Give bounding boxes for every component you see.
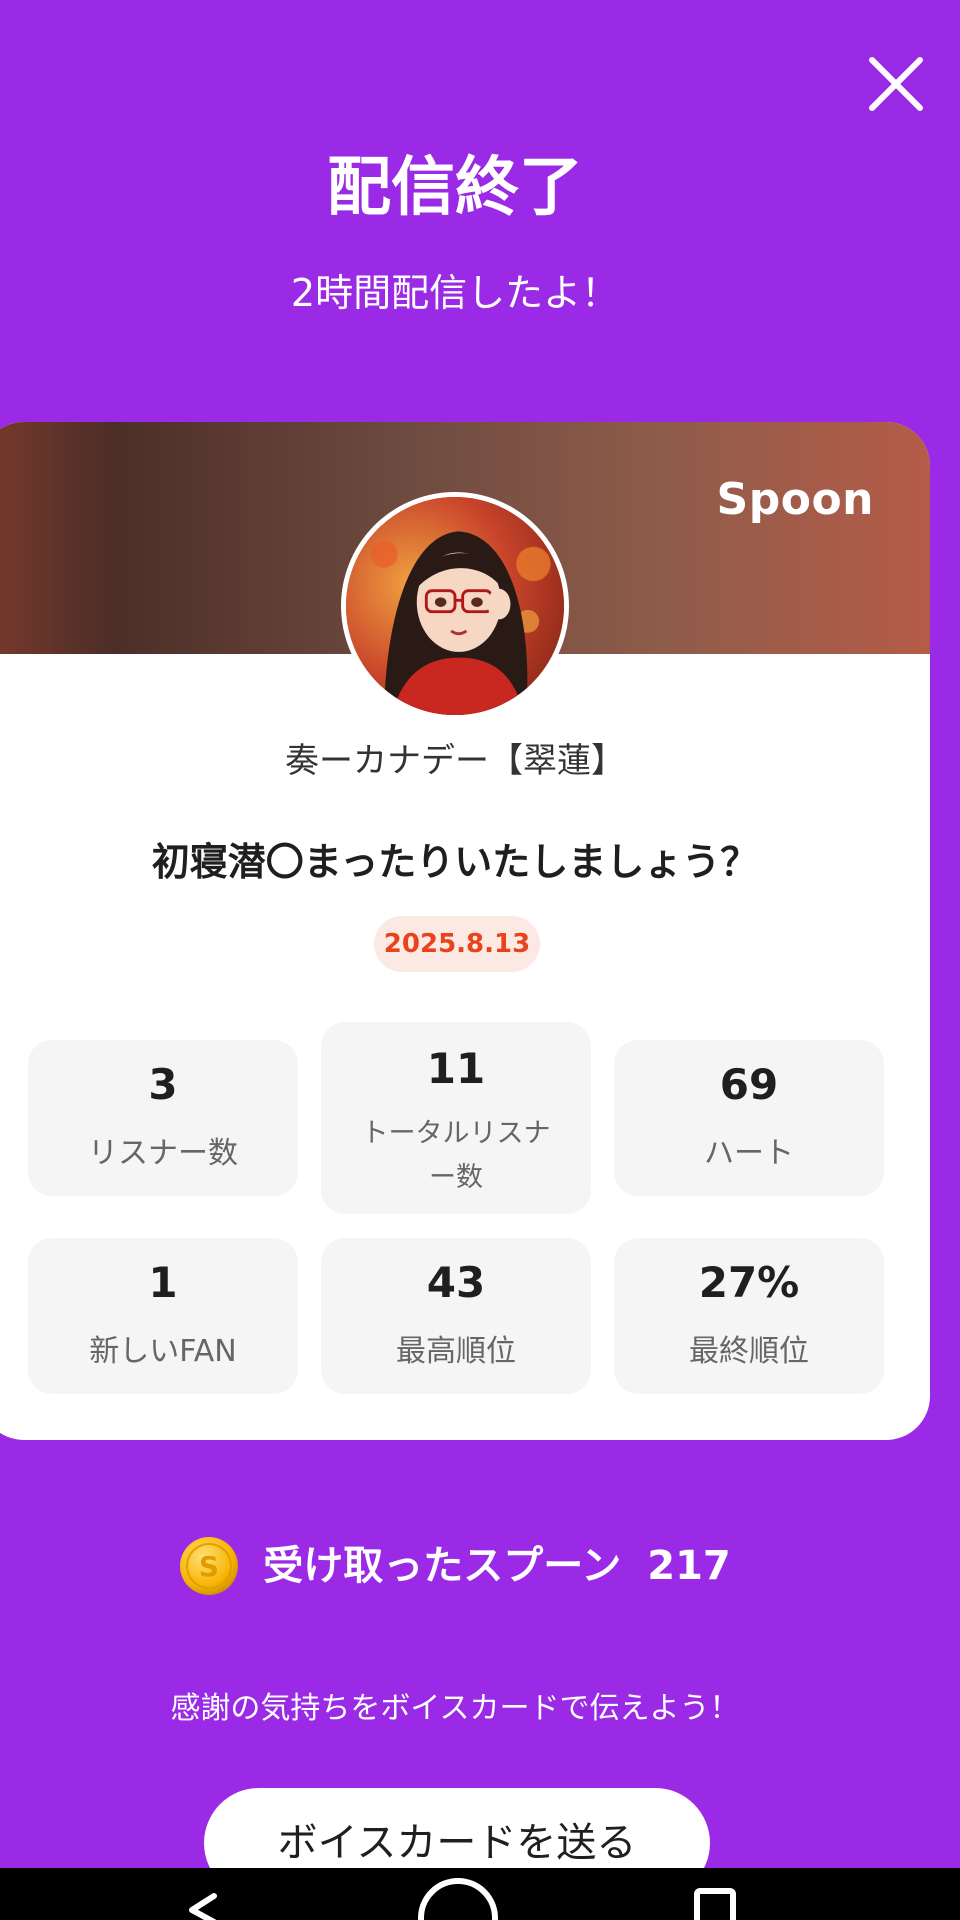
stat-value: 43 [426, 1258, 486, 1307]
avatar [341, 492, 569, 720]
streamer-name: 奏ーカナデー【翠蓮】 [285, 741, 625, 781]
stat-hearts: 69 ハート [614, 1040, 884, 1196]
received-spoons: S 受け取ったスプーン 217 [0, 1536, 910, 1596]
stat-final-rank: 27% 最終順位 [614, 1238, 884, 1394]
stat-value: 27% [698, 1258, 800, 1307]
stat-label: リスナー数 [88, 1136, 238, 1171]
stat-label: ハート [704, 1136, 794, 1171]
stat-label: 新しいFAN [89, 1334, 237, 1369]
stat-total-listeners: 11 トータルリスナー数 [321, 1022, 591, 1214]
spoon-coin-icon: S [179, 1536, 239, 1596]
stream-title: 初寝潜〇まったりいたしましょう？ [151, 840, 759, 884]
avatar-image [346, 497, 564, 715]
coin-letter: S [199, 1550, 219, 1583]
stat-value: 11 [426, 1044, 486, 1093]
spoons-count: 217 [647, 1543, 731, 1589]
date-badge: 2025.8.13 [374, 916, 540, 972]
stream-summary-card: Spoon 奏ーカナデー【翠蓮】 初寝潜〇まったりいたしましょう？ 2025.8… [0, 422, 930, 1440]
stat-label: 最終順位 [689, 1334, 809, 1369]
stat-value: 69 [719, 1060, 779, 1109]
system-nav-bar [0, 1868, 960, 1920]
stat-value: 1 [148, 1258, 178, 1307]
back-icon[interactable] [184, 1892, 220, 1920]
stream-duration-text: 2時間配信したよ！ [290, 271, 620, 315]
thanks-message: 感謝の気持ちをボイスカードで伝えよう！ [170, 1691, 740, 1726]
close-button[interactable] [862, 50, 930, 118]
stat-label: トータルリスナー数 [361, 1118, 551, 1193]
home-icon[interactable] [418, 1878, 498, 1920]
stat-highest-rank: 43 最高順位 [321, 1238, 591, 1394]
stat-listeners: 3 リスナー数 [28, 1040, 298, 1196]
recent-apps-icon[interactable] [694, 1888, 736, 1920]
stat-value: 3 [148, 1060, 178, 1109]
page-title: 配信終了 [327, 151, 583, 225]
stat-new-fans: 1 新しいFAN [28, 1238, 298, 1394]
close-icon [869, 57, 923, 111]
stream-ended-screen: 配信終了 2時間配信したよ！ Spoon 奏ーカナデー【翠蓮】 初寝潜〇まったり… [0, 0, 960, 1920]
stat-label: 最高順位 [396, 1334, 516, 1369]
spoons-label: 受け取ったスプーン [263, 1543, 622, 1589]
spoon-logo: Spoon [716, 474, 874, 525]
